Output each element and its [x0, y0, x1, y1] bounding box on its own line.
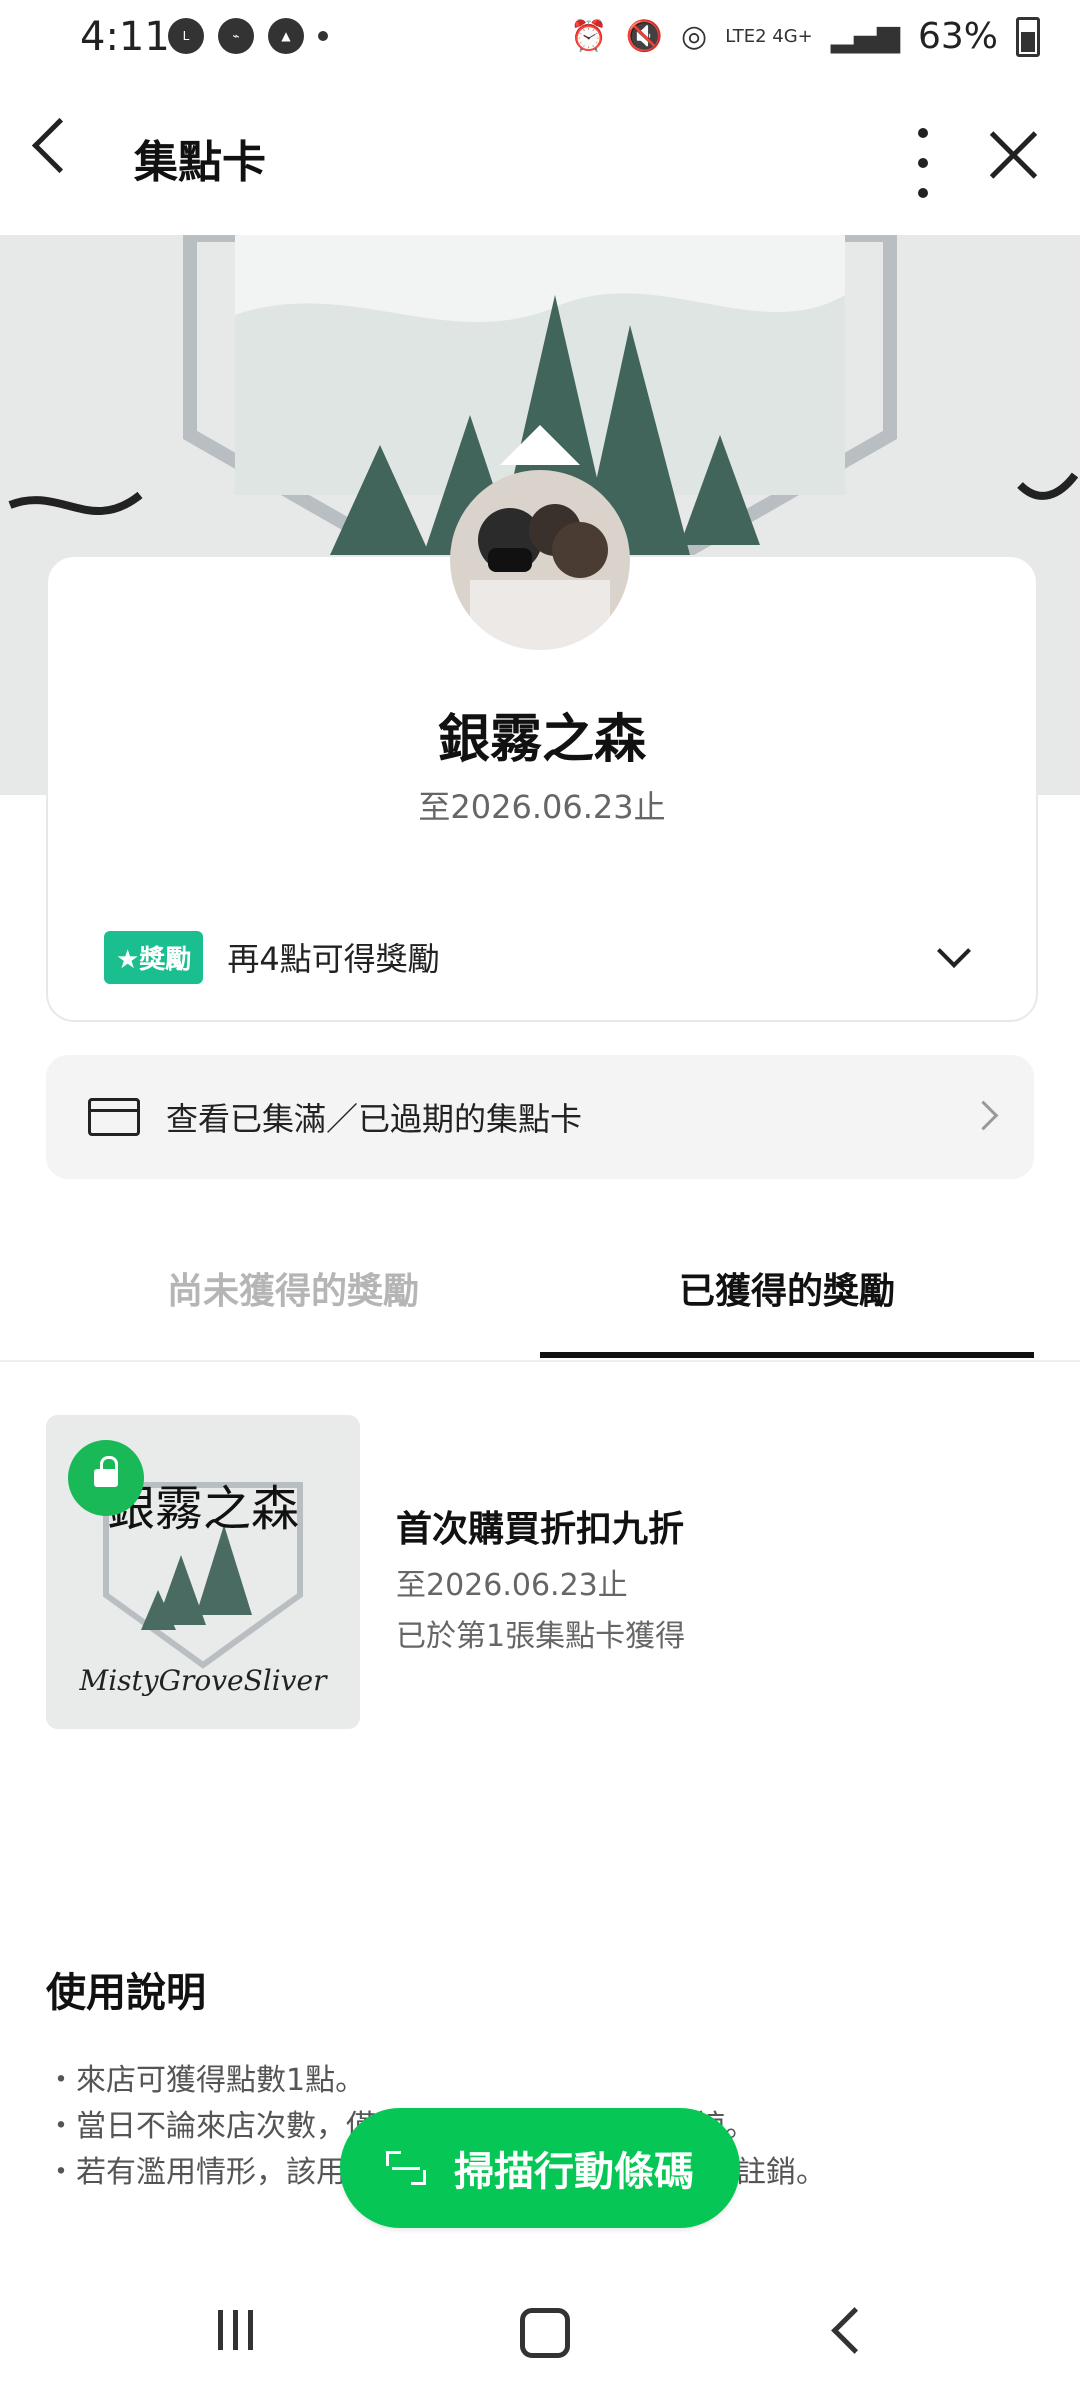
- system-nav-bar: [0, 2270, 1080, 2400]
- card-expiry: 至2026.06.23止: [418, 788, 666, 826]
- battery-percent: 63%: [917, 16, 998, 57]
- signal-icon: ▂▄▆: [830, 19, 900, 54]
- chevron-right-icon: [968, 1100, 999, 1131]
- tab-unearned-rewards[interactable]: 尚未獲得的獎勵: [46, 1262, 540, 1314]
- status-time: 4:11: [80, 14, 170, 60]
- card-check-icon: [88, 1098, 140, 1136]
- close-icon[interactable]: [988, 130, 1038, 180]
- reward-progress-row[interactable]: ★獎勵 再4點可得獎勵: [104, 927, 996, 987]
- reward-source: 已於第1張集點卡獲得: [396, 1619, 686, 1654]
- reward-tabs: 尚未獲得的獎勵 已獲得的獎勵: [0, 1230, 1080, 1362]
- chevron-down-icon[interactable]: [937, 934, 971, 968]
- back-icon[interactable]: [31, 117, 88, 174]
- more-menu-icon[interactable]: [918, 128, 930, 198]
- reward-badge: ★獎勵: [104, 930, 204, 984]
- scan-button-label: 掃描行動條碼: [454, 2149, 694, 2195]
- status-system-icons: ⏰ 🔇 ◎ LTE2 4G+ ▂▄▆ 63%: [570, 16, 1040, 57]
- active-tab-indicator: [540, 1352, 1034, 1358]
- usage-title: 使用說明: [46, 1970, 206, 2016]
- more-notifications-icon: [318, 31, 328, 41]
- mute-icon: 🔇: [625, 19, 663, 54]
- app-header: 集點卡: [0, 80, 1080, 235]
- shop-name: 銀霧之森: [437, 710, 646, 770]
- tab-earned-rewards[interactable]: 已獲得的獎勵: [540, 1262, 1034, 1314]
- hotspot-icon: ◎: [681, 19, 708, 54]
- triangle-app-icon: ▲: [268, 18, 304, 54]
- scan-barcode-button[interactable]: 掃描行動條碼: [340, 2108, 740, 2228]
- usage-line: ・來店可獲得點數1點。: [46, 2063, 366, 2098]
- reward-title: 首次購買折扣九折: [396, 1509, 685, 1550]
- network-label: LTE2 4G+: [725, 26, 813, 47]
- past-cards-link[interactable]: 查看已集滿／已過期的集點卡: [46, 1055, 1034, 1179]
- recent-apps-icon[interactable]: [218, 2310, 253, 2350]
- line-app-icon: L: [168, 18, 204, 54]
- alarm-icon: ⏰: [570, 19, 608, 54]
- shop-avatar: [450, 470, 630, 650]
- reward-thumbnail-subtitle: MistyGroveSliver: [79, 1664, 329, 1697]
- status-bar: 4:11 L ⌁ ▲ ⏰ 🔇 ◎ LTE2 4G+ ▂▄▆ 63%: [0, 0, 1080, 80]
- scan-icon: [386, 2151, 426, 2185]
- reward-list-item[interactable]: 銀霧之森 MistyGroveSliver 首次購買折扣九折 至2026.06.…: [46, 1415, 1034, 1735]
- system-back-icon[interactable]: [831, 2307, 878, 2354]
- battery-icon: [1016, 16, 1040, 57]
- unlock-icon: [68, 1440, 144, 1516]
- reward-expiry: 至2026.06.23止: [396, 1568, 628, 1603]
- page-title: 集點卡: [134, 137, 266, 188]
- reward-progress-text: 再4點可得獎勵: [227, 940, 440, 978]
- past-cards-label: 查看已集滿／已過期的集點卡: [166, 1100, 583, 1138]
- status-notification-icons: L ⌁ ▲: [168, 18, 328, 54]
- chart-app-icon: ⌁: [218, 18, 254, 54]
- home-icon[interactable]: [520, 2308, 570, 2358]
